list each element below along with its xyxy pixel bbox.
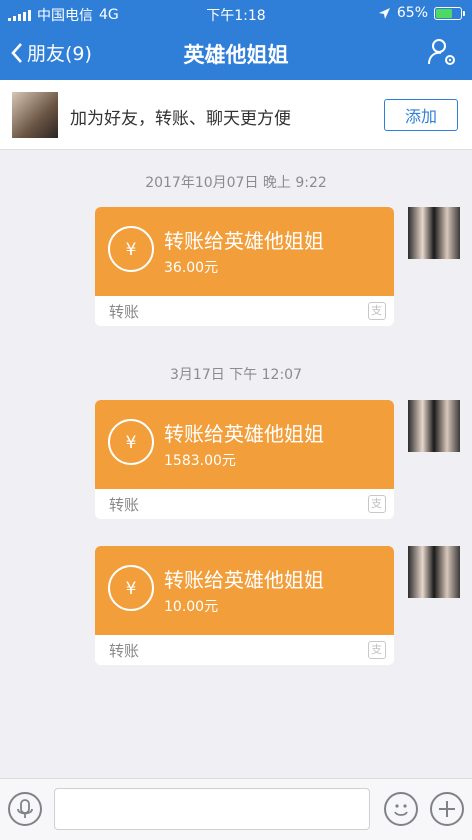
sender-avatar[interactable] bbox=[408, 207, 460, 259]
transfer-card[interactable]: ¥ 转账给英雄他姐姐 36.00元 转账 支 bbox=[95, 207, 394, 326]
transfer-title: 转账给英雄他姐姐 bbox=[164, 229, 324, 253]
transfer-icon: ¥ bbox=[108, 226, 154, 272]
chat-title: 英雄他姐姐 bbox=[183, 43, 289, 67]
sender-avatar[interactable] bbox=[408, 400, 460, 452]
transfer-card[interactable]: ¥ 转账给英雄他姐姐 1583.00元 转账 支 bbox=[95, 400, 394, 519]
yen-symbol: ¥ bbox=[125, 579, 137, 599]
user-settings-icon bbox=[428, 39, 455, 65]
transfer-title: 转账给英雄他姐姐 bbox=[164, 422, 324, 446]
add-friend-banner: 加为好友，转账、聊天更方便 添加 bbox=[0, 80, 472, 150]
smiley-icon bbox=[394, 804, 408, 816]
transfer-card-body: ¥ 转账给英雄他姐姐 10.00元 bbox=[95, 546, 394, 635]
transfer-card-footer: 转账 支 bbox=[95, 635, 394, 665]
transfer-amount: 36.00元 bbox=[164, 260, 219, 276]
message-input[interactable] bbox=[54, 788, 370, 830]
voice-button[interactable] bbox=[8, 792, 42, 826]
nav-bar: 朋友(9) 英雄他姐姐 bbox=[0, 26, 472, 80]
transfer-card[interactable]: ¥ 转账给英雄他姐姐 10.00元 转账 支 bbox=[95, 546, 394, 665]
app-header: 中国电信 4G 下午1:18 65% 朋友(9) 英雄他姐姐 bbox=[0, 0, 472, 80]
transfer-card-body: ¥ 转账给英雄他姐姐 36.00元 bbox=[95, 207, 394, 296]
transfer-type-label: 转账 bbox=[109, 496, 140, 514]
battery-level bbox=[436, 8, 452, 18]
transfer-card-footer: 转账 支 bbox=[95, 296, 394, 326]
emoji-button[interactable] bbox=[384, 792, 418, 826]
contact-avatar bbox=[12, 92, 58, 138]
transfer-amount: 10.00元 bbox=[164, 599, 219, 615]
alipay-icon: 支 bbox=[368, 641, 386, 659]
transfer-icon: ¥ bbox=[108, 419, 154, 465]
message-timestamp: 3月17日 下午 12:07 bbox=[170, 367, 302, 383]
chat-settings-button[interactable] bbox=[426, 36, 458, 68]
status-bar: 中国电信 4G 下午1:18 65% bbox=[0, 0, 472, 26]
transfer-title: 转账给英雄他姐姐 bbox=[164, 568, 324, 592]
message-timestamp: 2017年10月07日 晚上 9:22 bbox=[145, 175, 327, 191]
transfer-card-footer: 转账 支 bbox=[95, 489, 394, 519]
yen-symbol: ¥ bbox=[125, 240, 137, 260]
battery-icon bbox=[434, 6, 465, 20]
transfer-type-label: 转账 bbox=[109, 303, 140, 321]
transfer-card-body: ¥ 转账给英雄他姐姐 1583.00元 bbox=[95, 400, 394, 489]
add-friend-button[interactable]: 添加 bbox=[384, 99, 458, 131]
sender-avatar[interactable] bbox=[408, 546, 460, 598]
transfer-icon: ¥ bbox=[108, 565, 154, 611]
plus-icon bbox=[439, 801, 455, 817]
alipay-icon: 支 bbox=[368, 302, 386, 320]
yen-symbol: ¥ bbox=[125, 433, 137, 453]
status-right: 65% bbox=[378, 5, 465, 21]
location-arrow-icon bbox=[378, 7, 390, 19]
transfer-amount: 1583.00元 bbox=[164, 453, 236, 469]
alipay-icon: 支 bbox=[368, 495, 386, 513]
battery-percent: 65% bbox=[396, 5, 428, 21]
microphone-icon bbox=[17, 799, 33, 818]
message-input-bar bbox=[0, 778, 472, 840]
transfer-type-label: 转账 bbox=[109, 642, 140, 660]
more-options-button[interactable] bbox=[430, 792, 464, 826]
add-friend-hint: 加为好友，转账、聊天更方便 bbox=[70, 109, 291, 129]
